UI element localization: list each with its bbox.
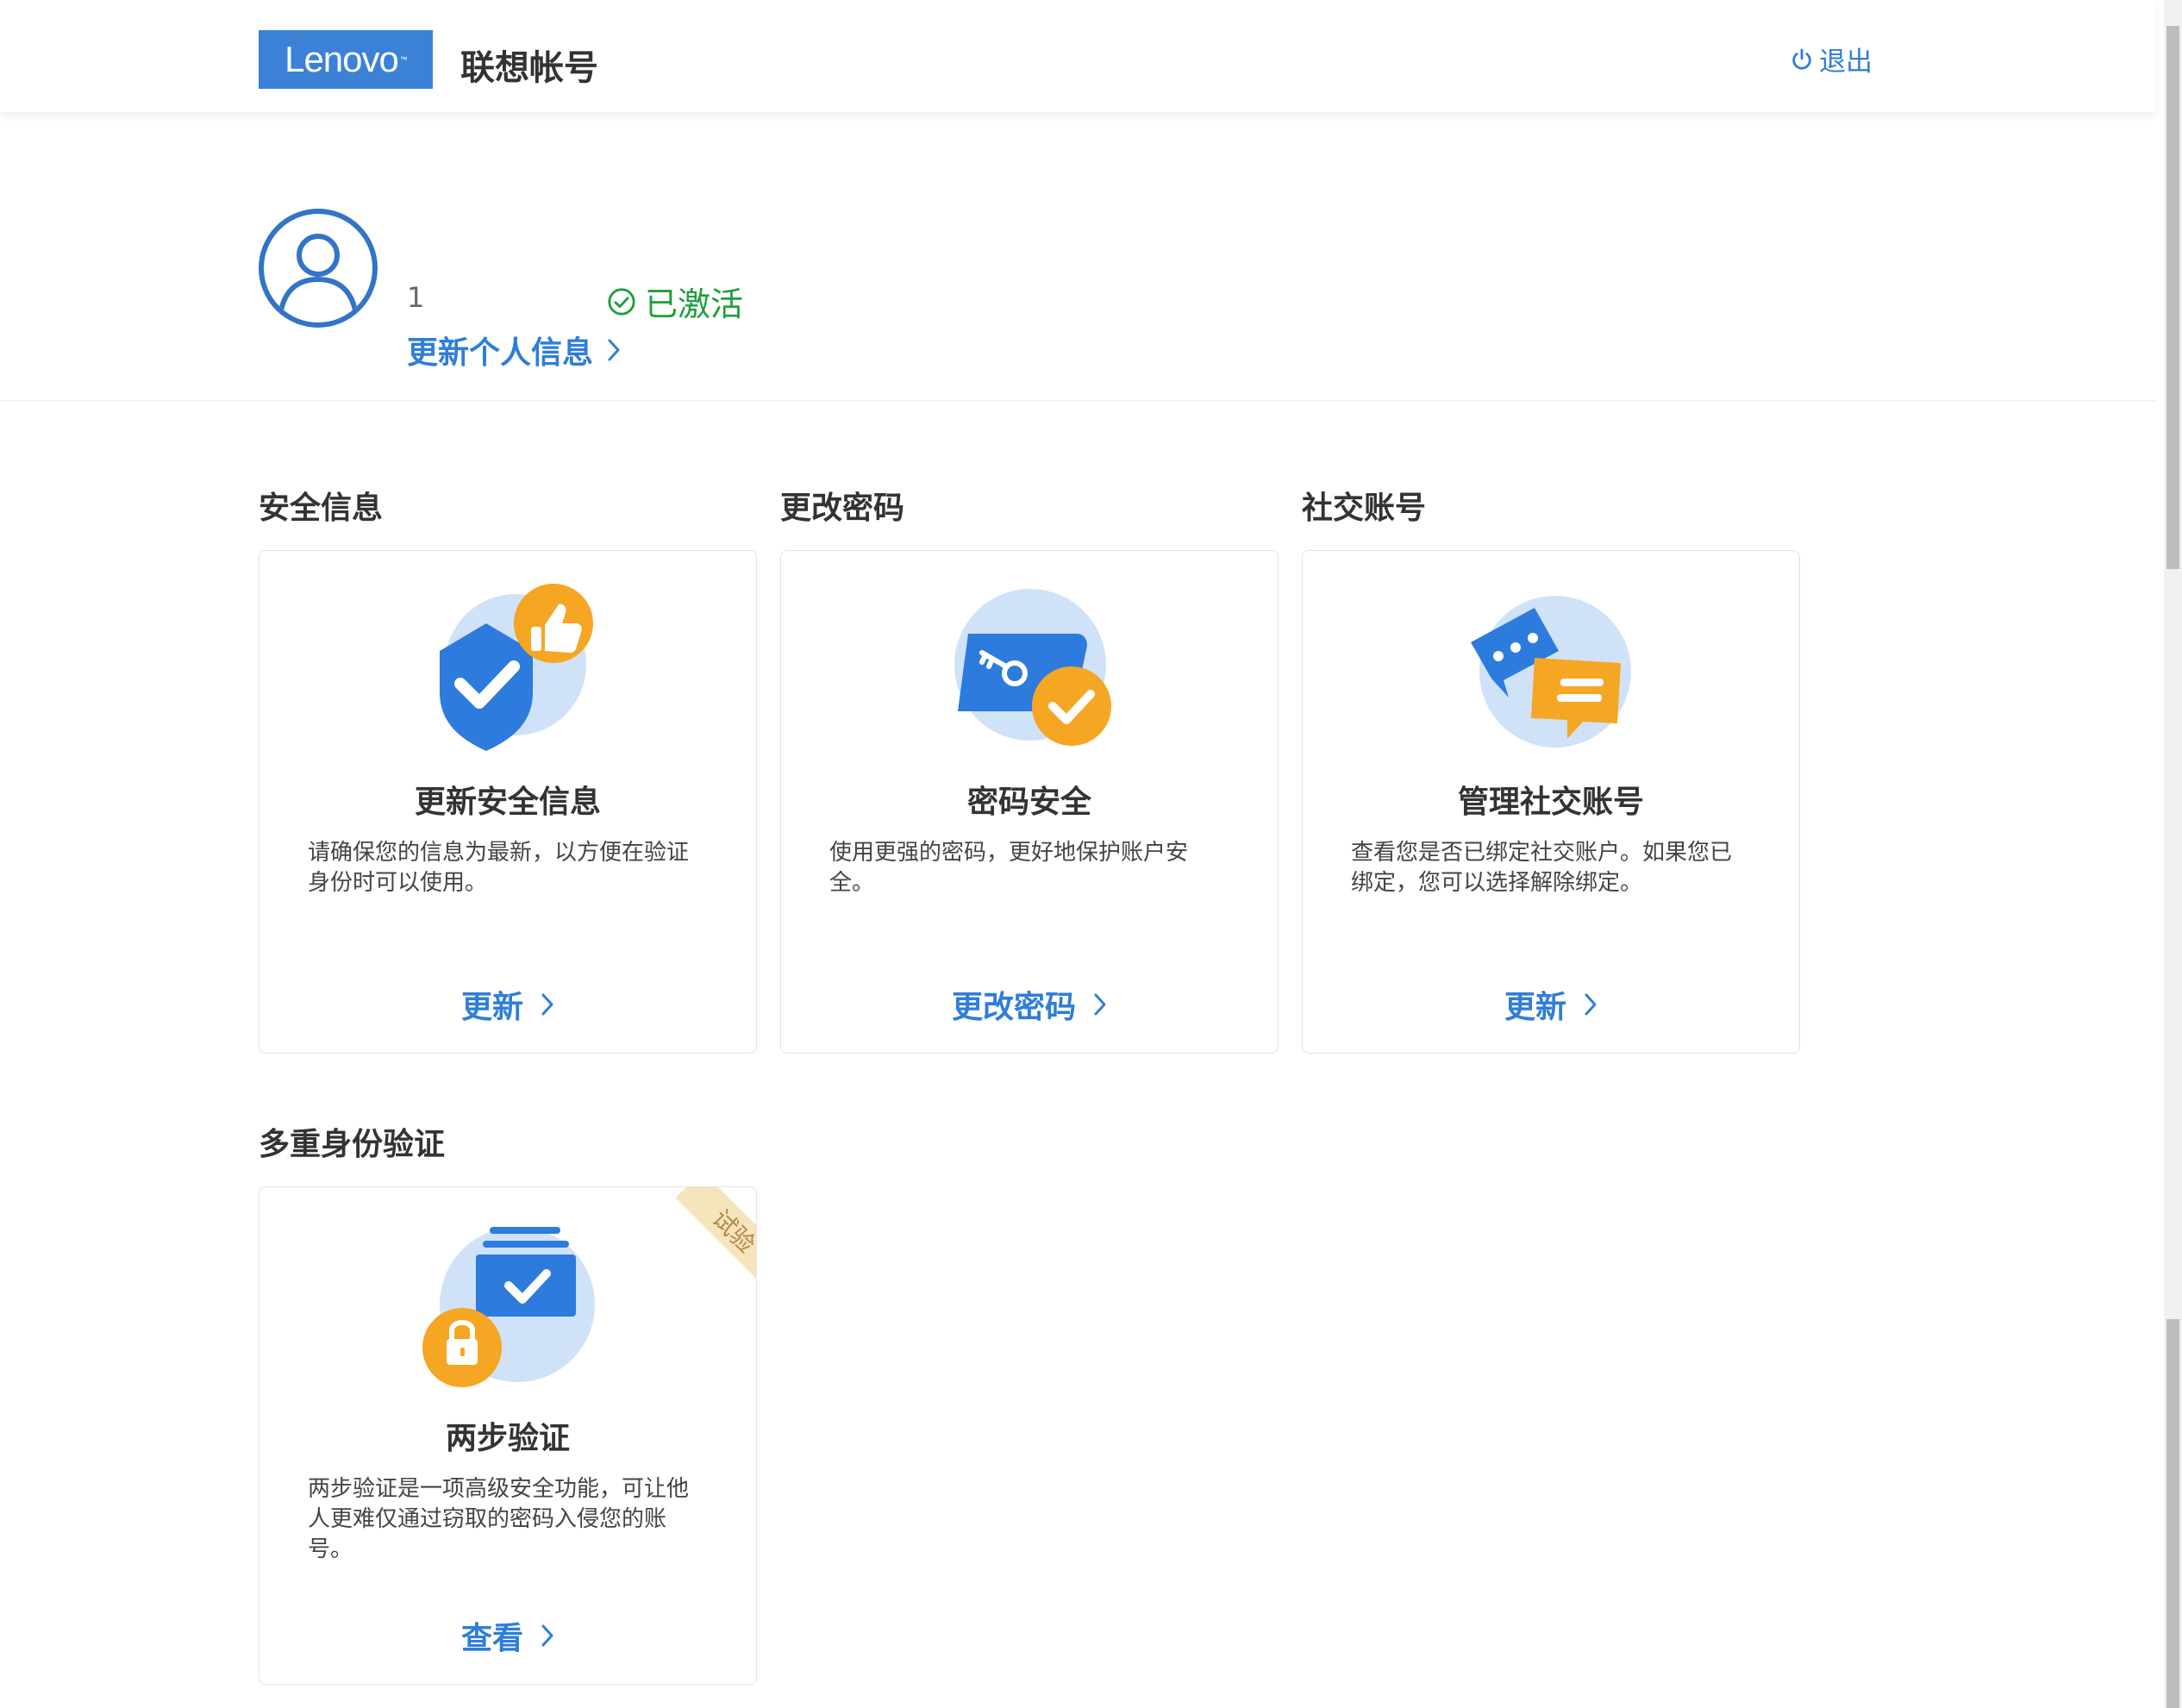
security-info-card: 更新安全信息 请确保您的信息为最新，以方便在验证身份时可以使用。 更新 (259, 550, 757, 1054)
section-title-social: 社交账号 (1302, 491, 1427, 526)
card-description: 使用更强的密码，更好地保护账户安全。 (829, 840, 1189, 896)
two-step-lock-check-icon (422, 1227, 595, 1387)
password-card: 密码安全 使用更强的密码，更好地保护账户安全。 更改密码 (780, 550, 1279, 1054)
top-header: Lenovo ™ 联想帐号 退出 (0, 0, 2155, 112)
card-link-label: 更新 (460, 990, 523, 1025)
card-description: 请确保您的信息为最新，以方便在验证身份时可以使用。 (308, 840, 690, 896)
security-shield-thumbs-up-icon (440, 584, 593, 751)
card-title: 管理社交账号 (1457, 785, 1644, 820)
page-scrollbar[interactable] (2164, 0, 2182, 1708)
chevron-right-icon (1094, 993, 1106, 1016)
card-description: 两步验证是一项高级安全功能，可让他人更难仅通过窃取的密码入侵您的账号。 (308, 1476, 690, 1562)
update-profile-label: 更新个人信息 (407, 335, 594, 371)
chevron-right-icon (541, 1624, 553, 1647)
logout-label: 退出 (1819, 47, 1873, 78)
two-step-verification-card: 试验 两步验证 两步验证是一项高级安全功能，可让他人更难仅通过窃取的密码入侵您的… (259, 1186, 757, 1685)
update-security-button[interactable]: 更新 (259, 982, 756, 1027)
section-title-password: 更改密码 (780, 491, 905, 526)
profile-section: 1 已激活 更新个人信息 (0, 112, 2155, 401)
card-title: 更新安全信息 (414, 785, 601, 820)
update-profile-link[interactable]: 更新个人信息 (407, 328, 621, 372)
status-label: 已激活 (645, 285, 744, 323)
power-icon (1792, 48, 1811, 70)
card-link-label: 查看 (460, 1621, 523, 1656)
card-link-label: 更改密码 (951, 990, 1076, 1025)
chevron-right-icon (1585, 993, 1597, 1016)
avatar (259, 209, 378, 328)
card-title: 密码安全 (966, 785, 1091, 820)
status-badge: 已激活 (607, 278, 743, 325)
scrollbar-thumb-secondary[interactable] (2166, 1319, 2179, 1708)
card-link-label: 更新 (1504, 990, 1566, 1025)
logout-button[interactable]: 退出 (1790, 40, 1873, 78)
trial-badge: 试验 (661, 1187, 756, 1282)
view-two-step-button[interactable]: 查看 (259, 1613, 756, 1658)
logo-text: Lenovo (284, 39, 399, 79)
update-social-button[interactable]: 更新 (1303, 982, 1799, 1027)
social-accounts-card: 管理社交账号 查看您是否已绑定社交账户。如果您已绑定，您可以选择解除绑定。 更新 (1302, 550, 1800, 1054)
password-key-card-icon (954, 589, 1111, 746)
scrollbar-thumb[interactable] (2166, 26, 2179, 569)
app-title: 联想帐号 (460, 48, 598, 88)
chevron-right-icon (608, 339, 620, 361)
trial-badge-label: 试验 (706, 1204, 756, 1259)
user-icon (278, 234, 358, 313)
account-id: 1 (407, 281, 425, 314)
card-description: 查看您是否已绑定社交账户。如果您已绑定，您可以选择解除绑定。 (1351, 840, 1733, 896)
social-chat-bubbles-icon (1471, 596, 1631, 748)
lenovo-logo[interactable]: Lenovo ™ (259, 30, 433, 89)
section-title-mfa: 多重身份验证 (259, 1127, 446, 1162)
change-password-button[interactable]: 更改密码 (781, 982, 1278, 1027)
check-circle-icon (608, 287, 635, 316)
card-title: 两步验证 (445, 1421, 570, 1456)
chevron-right-icon (541, 993, 553, 1016)
section-title-security: 安全信息 (259, 491, 384, 526)
